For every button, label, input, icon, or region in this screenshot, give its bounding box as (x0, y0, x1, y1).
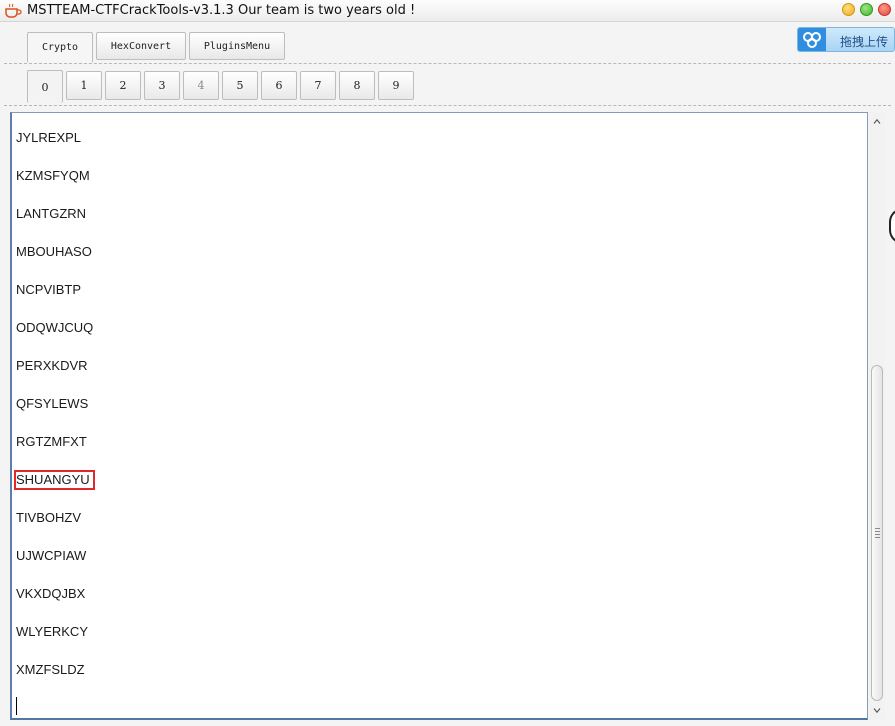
close-button[interactable] (878, 3, 891, 16)
subtab-3[interactable]: 3 (144, 71, 180, 100)
output-line: KZMSFYQM (16, 168, 90, 183)
output-textarea[interactable]: JYLREXPL KZMSFYQM LANTGZRN MBOUHASO NCPV… (10, 112, 868, 720)
tab-crypto[interactable]: Crypto (27, 32, 93, 63)
subtab-label: 2 (119, 79, 127, 92)
title-bar: MSTTEAM-CTFCrackTools-v3.1.3 Our team is… (0, 0, 895, 22)
output-line: NCPVIBTP (16, 282, 82, 297)
tab-pluginsmenu-label: PluginsMenu (203, 40, 271, 52)
output-line: TIVBOHZV (16, 510, 82, 525)
subtab-label: 3 (158, 79, 166, 92)
tab-hexconvert[interactable]: HexConvert (96, 32, 186, 60)
main-tabs-divider (4, 63, 891, 64)
subtab-label: 0 (41, 80, 49, 94)
subtab-1[interactable]: 1 (66, 71, 102, 100)
scroll-up-arrow-icon[interactable] (869, 114, 885, 130)
subtab-label: 4 (197, 79, 205, 92)
drag-upload-button[interactable]: 拖拽上传 (797, 27, 895, 52)
subtab-7[interactable]: 7 (300, 71, 336, 100)
tab-hexconvert-label: HexConvert (110, 40, 172, 52)
subtab-5[interactable]: 5 (222, 71, 258, 100)
subtab-2[interactable]: 2 (105, 71, 141, 100)
output-line: WLYERKCY (16, 624, 88, 639)
output-line: PERXKDVR (16, 358, 88, 373)
tab-crypto-label: Crypto (41, 42, 79, 53)
upload-label: 拖拽上传 (840, 35, 889, 49)
cloud-logo-icon (798, 28, 826, 51)
subtab-label: 5 (236, 79, 244, 92)
subtab-6[interactable]: 6 (261, 71, 297, 100)
coffee-cup-icon (5, 3, 22, 18)
subtab-label: 6 (275, 79, 283, 92)
subtab-8[interactable]: 8 (339, 71, 375, 100)
subtab-4[interactable]: 4 (183, 71, 219, 100)
highlight-box (14, 470, 95, 490)
sub-tabs-divider (4, 105, 891, 106)
output-line: VKXDQJBX (16, 586, 86, 601)
output-line: RGTZMFXT (16, 434, 87, 449)
output-line: XMZFSLDZ (16, 662, 85, 677)
maximize-button[interactable] (860, 3, 873, 16)
output-line: JYLREXPL (16, 130, 82, 145)
text-caret (16, 697, 17, 715)
output-line: MBOUHASO (16, 244, 92, 259)
output-line: ODQWJCUQ (16, 320, 94, 335)
subtab-label: 7 (314, 79, 322, 92)
subtab-0[interactable]: 0 (27, 70, 63, 103)
scroll-down-arrow-icon[interactable] (869, 702, 885, 718)
subtab-label: 8 (353, 79, 361, 92)
subtab-label: 9 (392, 79, 400, 92)
side-handle-icon[interactable] (889, 208, 895, 244)
output-line: UJWCPIAW (16, 548, 87, 563)
window-title: MSTTEAM-CTFCrackTools-v3.1.3 Our team is… (27, 3, 416, 18)
grip-icon (875, 528, 880, 538)
vertical-scrollbar[interactable] (869, 112, 885, 720)
subtab-label: 1 (80, 79, 88, 92)
minimize-button[interactable] (842, 3, 855, 16)
scrollbar-thumb[interactable] (871, 365, 883, 701)
tab-pluginsmenu[interactable]: PluginsMenu (189, 32, 285, 60)
output-line: LANTGZRN (16, 206, 87, 221)
output-line: QFSYLEWS (16, 396, 89, 411)
subtab-9[interactable]: 9 (378, 71, 414, 100)
